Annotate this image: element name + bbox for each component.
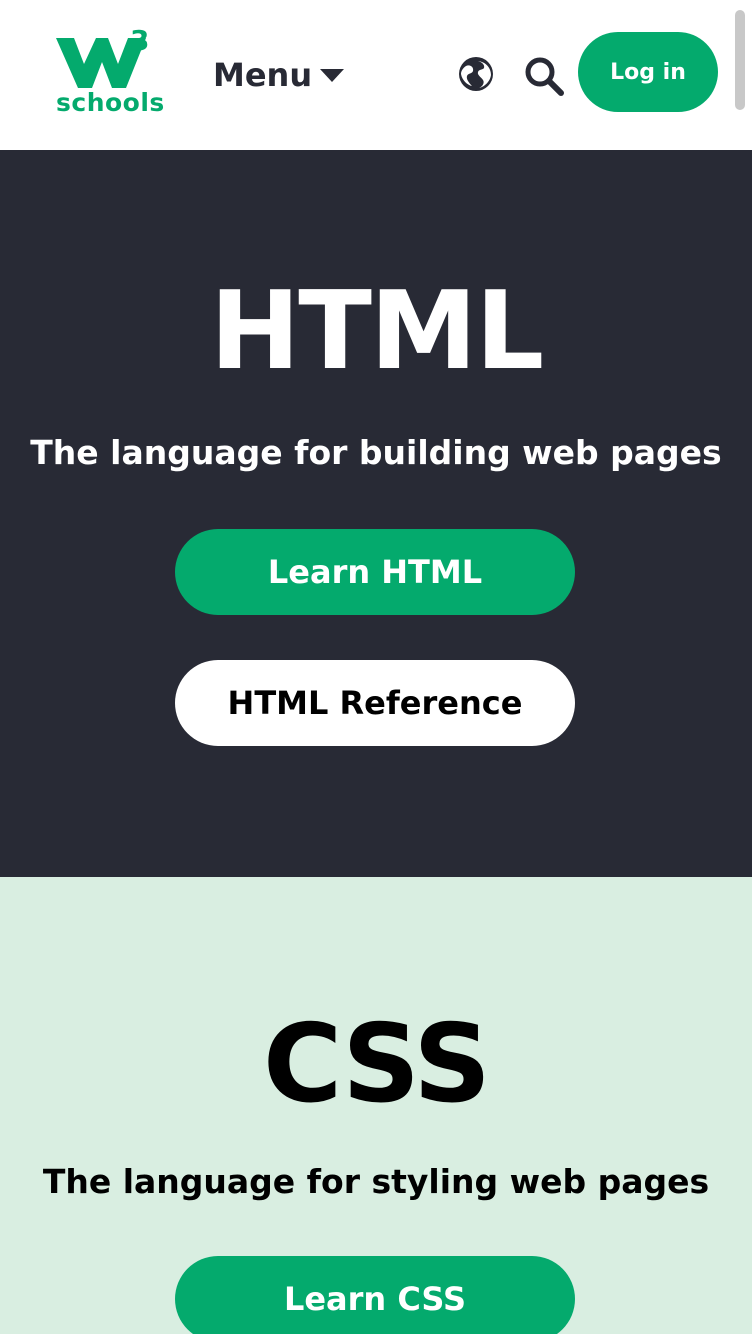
login-button[interactable]: Log in	[578, 32, 718, 112]
globe-icon[interactable]	[458, 56, 494, 92]
top-navigation-bar: 3 schools Menu Log in	[0, 0, 752, 150]
html-reference-button[interactable]: HTML Reference	[175, 660, 575, 746]
search-icon[interactable]	[524, 56, 564, 96]
learn-css-button[interactable]: Learn CSS	[175, 1256, 575, 1334]
menu-button[interactable]: Menu	[213, 52, 345, 98]
logo-text: schools	[56, 88, 165, 117]
section-subtitle-html: The language for building web pages	[30, 433, 722, 472]
html-section: HTML The language for building web pages…	[0, 150, 752, 877]
scrollbar-thumb[interactable]	[735, 10, 745, 110]
chevron-down-icon	[320, 69, 345, 82]
logo-superscript: 3	[130, 28, 149, 57]
css-section: CSS The language for styling web pages L…	[0, 877, 752, 1334]
menu-label: Menu	[213, 56, 313, 94]
w3schools-logo[interactable]: 3 schools	[52, 24, 164, 120]
w3-logo-mark: 3	[56, 24, 149, 88]
section-title-html: HTML	[209, 269, 544, 394]
learn-html-button[interactable]: Learn HTML	[175, 529, 575, 615]
section-subtitle-css: The language for styling web pages	[42, 1162, 710, 1201]
section-title-css: CSS	[263, 1002, 491, 1127]
